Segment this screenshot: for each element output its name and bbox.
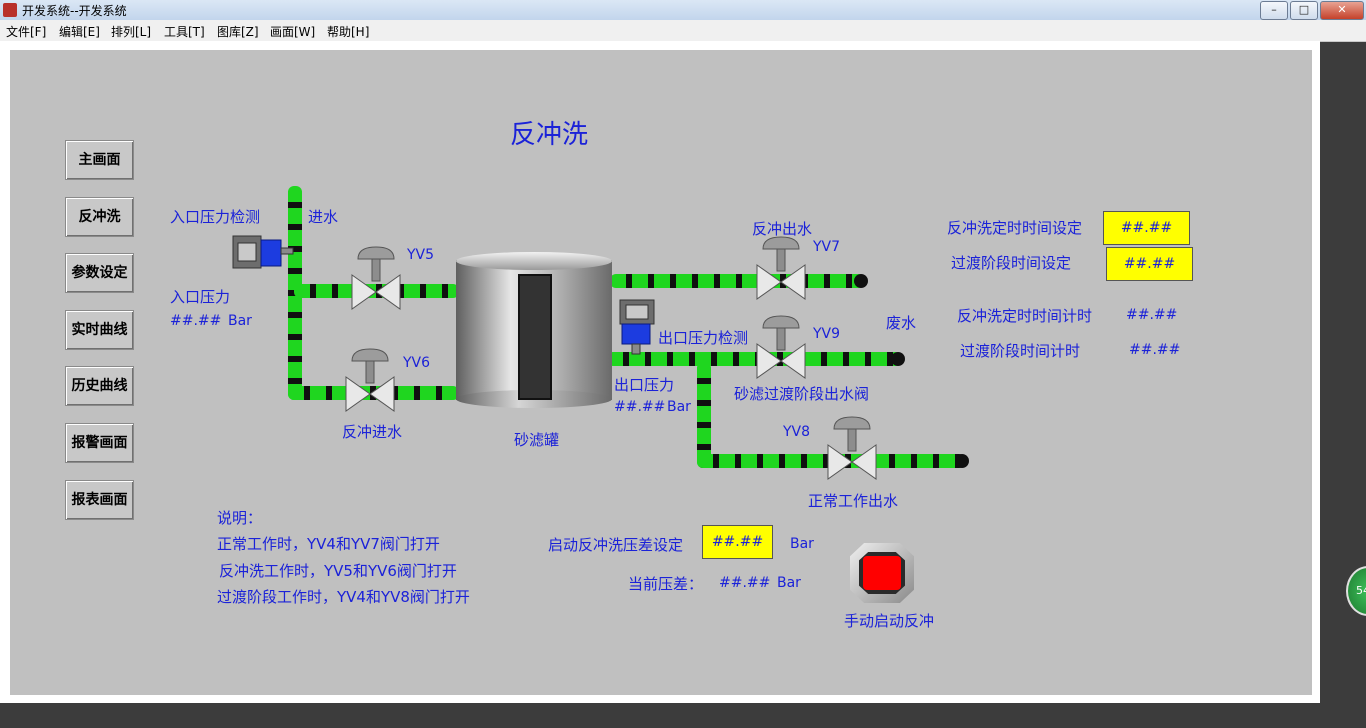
notes-title: 说明： — [217, 509, 263, 527]
nav-backwash-button[interactable]: 反冲洗 — [65, 197, 134, 237]
outlet-pressure-unit: Bar — [667, 399, 691, 415]
notes-line-1: 正常工作时，YV4和YV7阀门打开 — [217, 535, 440, 553]
current-pressure-diff-value: ##.## — [719, 575, 771, 591]
nav-realtime-curve-button[interactable]: 实时曲线 — [65, 310, 134, 350]
window-titlebar: 开发系统--开发系统 – □ ✕ — [0, 0, 1366, 20]
menu-help[interactable]: 帮助[H] — [327, 23, 369, 40]
normal-outlet-label: 正常工作出水 — [808, 492, 899, 510]
inlet-water-label: 进水 — [308, 208, 339, 226]
floating-side-widget[interactable]: 54 — [1346, 566, 1366, 616]
yv8-label: YV8 — [783, 424, 811, 440]
inlet-pressure-value: ##.## — [170, 313, 222, 329]
nav-alarm-screen-button[interactable]: 报警画面 — [65, 423, 134, 463]
menu-edit[interactable]: 编辑[E] — [59, 23, 100, 40]
menu-bar: 文件[F] 编辑[E] 排列[L] 工具[T] 图库[Z] 画面[W] 帮助[H… — [0, 20, 1366, 42]
outlet-pressure-sensor-icon — [619, 299, 655, 355]
tank-sight-window — [518, 274, 552, 400]
valve-yv7-icon[interactable] — [755, 235, 807, 301]
valve-yv8-icon[interactable] — [826, 415, 878, 481]
close-button[interactable]: ✕ — [1320, 1, 1364, 20]
backwash-time-setting-input[interactable]: ##.## — [1103, 211, 1190, 245]
backwash-timer-label: 反冲洗定时时间计时 — [957, 307, 1093, 325]
tank-top — [456, 252, 612, 270]
pipe-end-yv7 — [854, 274, 868, 288]
valve-yv6-icon[interactable] — [344, 347, 396, 413]
manual-backwash-button[interactable] — [850, 543, 914, 603]
valve-yv5-icon[interactable] — [350, 245, 402, 311]
pipe-end-yv8 — [955, 454, 969, 468]
notes-line-3: 过渡阶段工作时，YV4和YV8阀门打开 — [217, 588, 470, 606]
pressure-diff-setting-label: 启动反冲洗压差设定 — [548, 536, 684, 554]
nav-main-screen-button[interactable]: 主画面 — [65, 140, 134, 180]
yv5-label: YV5 — [407, 247, 435, 263]
inlet-pressure-label: 入口压力 — [170, 288, 231, 306]
menu-file[interactable]: 文件[F] — [6, 23, 46, 40]
pipe-outlet-vertical — [697, 362, 711, 468]
menu-tools[interactable]: 工具[T] — [164, 23, 205, 40]
menu-screen[interactable]: 画面[W] — [270, 23, 315, 40]
window-title: 开发系统--开发系统 — [22, 4, 127, 18]
yv9-label: YV9 — [813, 326, 841, 342]
backwash-inlet-label: 反冲进水 — [342, 423, 403, 441]
menu-arrange[interactable]: 排列[L] — [111, 23, 151, 40]
transition-timer-label: 过渡阶段时间计时 — [960, 342, 1081, 360]
manual-backwash-button-bezel — [859, 552, 905, 594]
transition-outlet-valve-label: 砂滤过渡阶段出水阀 — [734, 385, 870, 403]
menu-library[interactable]: 图库[Z] — [217, 23, 259, 40]
canvas-frame: 主画面 反冲洗 参数设定 实时曲线 历史曲线 报警画面 报表画面 反冲洗 入口压… — [0, 41, 1320, 703]
manual-backwash-red-lamp — [863, 556, 901, 590]
pipe-yv7-line — [610, 274, 864, 288]
current-pressure-diff-label: 当前压差： — [628, 575, 704, 593]
yv6-label: YV6 — [403, 355, 431, 371]
pressure-diff-setting-unit: Bar — [790, 536, 814, 552]
app-icon — [3, 3, 17, 17]
nav-report-screen-button[interactable]: 报表画面 — [65, 480, 134, 520]
page-title: 反冲洗 — [510, 120, 589, 150]
maximize-button[interactable]: □ — [1290, 1, 1318, 20]
yv7-label: YV7 — [813, 239, 841, 255]
outlet-pressure-value: ##.## — [614, 399, 666, 415]
waste-water-label: 废水 — [886, 314, 917, 332]
pressure-diff-setting-input[interactable]: ##.## — [702, 525, 773, 559]
transition-time-setting-label: 过渡阶段时间设定 — [951, 254, 1072, 272]
transition-time-setting-input[interactable]: ##.## — [1106, 247, 1193, 281]
inlet-pressure-detect-label: 入口压力检测 — [170, 208, 261, 226]
outlet-pressure-detect-label: 出口压力检测 — [658, 329, 749, 347]
nav-parameters-button[interactable]: 参数设定 — [65, 253, 134, 293]
inlet-pressure-sensor-icon — [232, 235, 294, 269]
current-pressure-diff-unit: Bar — [777, 575, 801, 591]
valve-yv9-icon[interactable] — [755, 314, 807, 380]
bottom-strip — [0, 703, 1366, 728]
backwash-time-setting-label: 反冲洗定时时间设定 — [947, 219, 1083, 237]
minimize-button[interactable]: – — [1260, 1, 1288, 20]
sand-filter-tank-label: 砂滤罐 — [514, 431, 560, 449]
outlet-pressure-label: 出口压力 — [614, 376, 675, 394]
sand-filter-tank — [456, 252, 612, 408]
hmi-canvas: 主画面 反冲洗 参数设定 实时曲线 历史曲线 报警画面 报表画面 反冲洗 入口压… — [10, 50, 1312, 695]
backwash-outlet-label: 反冲出水 — [752, 220, 813, 238]
notes-line-2: 反冲洗工作时，YV5和YV6阀门打开 — [219, 562, 457, 580]
nav-history-curve-button[interactable]: 历史曲线 — [65, 366, 134, 406]
transition-timer-value: ##.## — [1129, 342, 1181, 358]
inlet-pressure-unit: Bar — [228, 313, 252, 329]
backwash-timer-value: ##.## — [1126, 307, 1178, 323]
manual-backwash-label: 手动启动反冲 — [844, 612, 935, 630]
pipe-end-yv9 — [891, 352, 905, 366]
